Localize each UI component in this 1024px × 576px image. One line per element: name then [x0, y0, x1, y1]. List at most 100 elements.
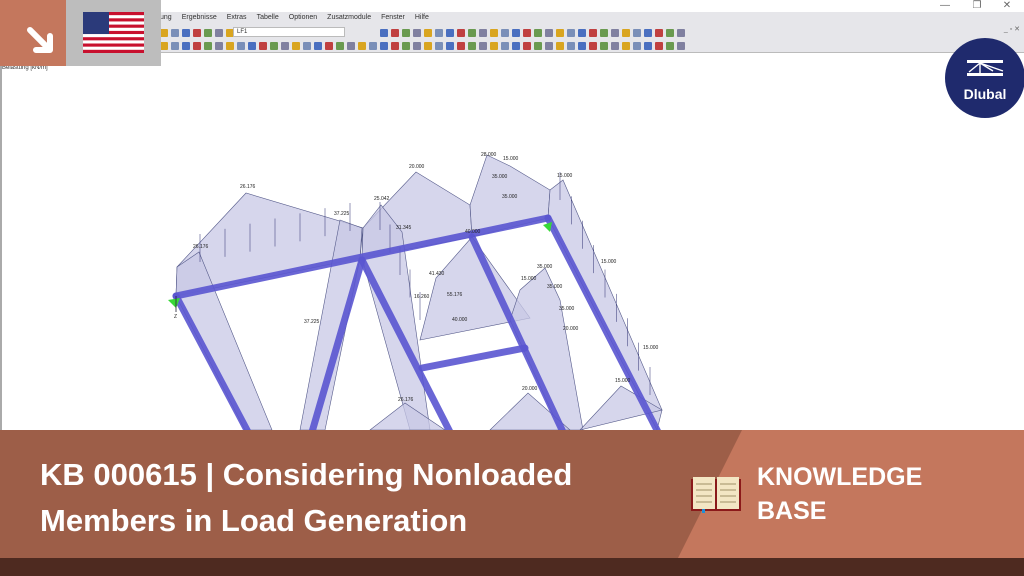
toolbar-button-icon[interactable] [402, 28, 410, 37]
menu-item[interactable]: Hilfe [415, 12, 429, 24]
toolbar-button-icon[interactable] [193, 28, 201, 37]
toolbar-button-icon[interactable] [534, 41, 542, 50]
toolbar-button-icon[interactable] [468, 41, 476, 50]
toolbar-button-icon[interactable] [666, 28, 674, 37]
toolbar-button-icon[interactable] [611, 41, 619, 50]
toolbar-button-icon[interactable] [468, 28, 476, 37]
toolbar-button-icon[interactable] [567, 28, 575, 37]
toolbar-button-icon[interactable] [215, 41, 223, 50]
toolbar-button-icon[interactable] [501, 28, 509, 37]
toolbar-button-icon[interactable] [611, 28, 619, 37]
toolbar-button-icon[interactable] [391, 28, 399, 37]
toolbar-button-icon[interactable] [391, 41, 399, 50]
toolbar-button-icon[interactable] [523, 41, 531, 50]
minimize-button[interactable]: — [930, 0, 960, 12]
toolbar-button-icon[interactable] [523, 28, 531, 37]
toolbar-button-icon[interactable] [204, 41, 212, 50]
toolbar-button-icon[interactable] [435, 41, 443, 50]
menu-item[interactable]: ung [160, 12, 172, 24]
arrow-down-right-icon [27, 27, 53, 53]
toolbar-button-icon[interactable] [545, 41, 553, 50]
toolbar-button-icon[interactable] [479, 28, 487, 37]
toolbar-button-icon[interactable] [413, 41, 421, 50]
toolbar-button-icon[interactable] [446, 28, 454, 37]
toolbar-button-icon[interactable] [490, 28, 498, 37]
toolbar-button-icon[interactable] [567, 41, 575, 50]
toolbar-button-icon[interactable] [171, 28, 179, 37]
toolbar-button-icon[interactable] [644, 28, 652, 37]
toolbar-button-icon[interactable] [622, 28, 630, 37]
toolbar-button-icon[interactable] [204, 28, 212, 37]
toolbar-button-icon[interactable] [226, 41, 234, 50]
toolbar-button-icon[interactable] [556, 28, 564, 37]
menu-item[interactable]: Fenster [381, 12, 405, 24]
toolbar-button-icon[interactable] [622, 41, 630, 50]
menu-item[interactable]: Zusatzmodule [327, 12, 371, 24]
close-button[interactable]: ✕ [992, 0, 1022, 12]
toolbar-button-icon[interactable] [545, 28, 553, 37]
toolbar-button-icon[interactable] [380, 28, 388, 37]
toolbar-button-icon[interactable] [578, 41, 586, 50]
toolbar-button-icon[interactable] [292, 41, 300, 50]
toolbar-button-icon[interactable] [512, 41, 520, 50]
toolbar-button-icon[interactable] [655, 41, 663, 50]
load-value: 15.000 [521, 276, 537, 282]
toolbar-button-icon[interactable] [160, 41, 168, 50]
toolbar-button-icon[interactable] [677, 28, 685, 37]
toolbar-button-icon[interactable] [479, 41, 487, 50]
toolbar-button-icon[interactable] [369, 41, 377, 50]
menu-item[interactable]: Tabelle [257, 12, 279, 24]
toolbar-button-icon[interactable] [193, 41, 201, 50]
toolbar-button-icon[interactable] [633, 28, 641, 37]
toolbar-button-icon[interactable] [325, 41, 333, 50]
toolbar-button-icon[interactable] [457, 41, 465, 50]
toolbar-button-icon[interactable] [215, 28, 223, 37]
toolbar-button-icon[interactable] [259, 41, 267, 50]
toolbar-button-icon[interactable] [644, 41, 652, 50]
toolbar-button-icon[interactable] [171, 41, 179, 50]
toolbar-button-icon[interactable] [457, 28, 465, 37]
menu-item[interactable]: Extras [227, 12, 247, 24]
toolbar-button-icon[interactable] [578, 28, 586, 37]
toolbar-button-icon[interactable] [666, 41, 674, 50]
toolbar-button-icon[interactable] [424, 41, 432, 50]
toolbar-button-icon[interactable] [501, 41, 509, 50]
toolbar-button-icon[interactable] [270, 41, 278, 50]
toolbar-button-icon[interactable] [303, 41, 311, 50]
toolbar-button-icon[interactable] [633, 41, 641, 50]
toolbar-button-icon[interactable] [182, 28, 190, 37]
toolbar-button-icon[interactable] [314, 41, 322, 50]
toolbar-button-icon[interactable] [446, 41, 454, 50]
toolbar-button-icon[interactable] [336, 41, 344, 50]
toolbar-button-icon[interactable] [589, 41, 597, 50]
toolbar-button-icon[interactable] [402, 41, 410, 50]
toolbar-button-icon[interactable] [677, 41, 685, 50]
toolbar-button-icon[interactable] [347, 41, 355, 50]
toolbar-button-icon[interactable] [413, 28, 421, 37]
mdi-controls[interactable]: _ ▫ ✕ [1004, 25, 1020, 33]
structure-view[interactable]: Z 26.176 26.176 37.225 25.042 20.000 28.… [0, 53, 1024, 430]
toolbar-button-icon[interactable] [424, 28, 432, 37]
menu-item[interactable]: Ergebnisse [182, 12, 217, 24]
toolbar-button-icon[interactable] [600, 28, 608, 37]
toolbar-button-icon[interactable] [237, 41, 245, 50]
toolbar-button-icon[interactable] [556, 41, 564, 50]
toolbar-button-icon[interactable] [534, 28, 542, 37]
toolbar-button-icon[interactable] [160, 28, 168, 37]
load-value: 37.225 [334, 211, 350, 217]
restore-button[interactable]: ❐ [962, 0, 992, 12]
toolbar-button-icon[interactable] [600, 41, 608, 50]
toolbar-button-icon[interactable] [248, 41, 256, 50]
toolbar-button-icon[interactable] [512, 28, 520, 37]
toolbar-button-icon[interactable] [589, 28, 597, 37]
toolbar-button-icon[interactable] [182, 41, 190, 50]
toolbar-button-icon[interactable] [490, 41, 498, 50]
load-case-select[interactable]: LF1 [233, 27, 345, 37]
toolbar-button-icon[interactable] [435, 28, 443, 37]
toolbar-button-icon[interactable] [281, 41, 289, 50]
toolbar-button-icon[interactable] [358, 41, 366, 50]
menu-item[interactable]: Optionen [289, 12, 317, 24]
load-value: 26.176 [240, 184, 256, 190]
toolbar-button-icon[interactable] [655, 28, 663, 37]
toolbar-button-icon[interactable] [380, 41, 388, 50]
